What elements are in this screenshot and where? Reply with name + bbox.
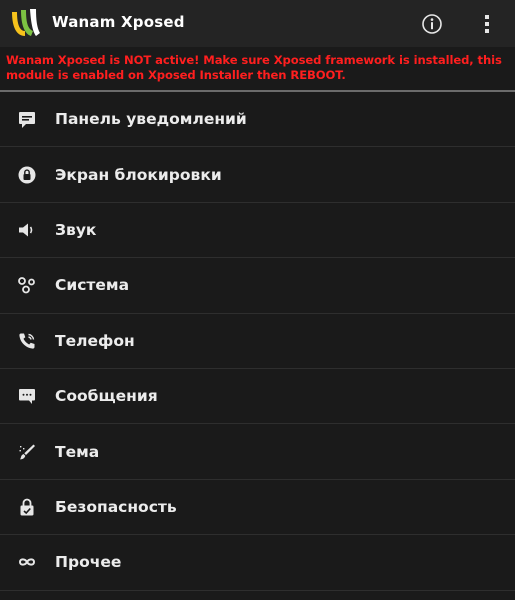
- action-bar: Wanam Xposed: [0, 0, 515, 47]
- security-icon: [17, 497, 37, 517]
- menu-item-label: Звук: [55, 220, 97, 239]
- menu-item-label: Панель уведомлений: [55, 110, 247, 129]
- speaker-icon: [17, 220, 37, 240]
- module-inactive-warning: Wanam Xposed is NOT active! Make sure Xp…: [0, 47, 515, 90]
- menu-item-label: Экран блокировки: [55, 165, 222, 184]
- menu-item-phone[interactable]: Телефон: [0, 314, 515, 369]
- info-icon[interactable]: [421, 13, 443, 35]
- infinity-icon: [17, 552, 37, 572]
- phone-icon: [17, 331, 37, 351]
- menu-item-label: Система: [55, 276, 130, 295]
- system-icon: [17, 275, 37, 295]
- menu-item-security[interactable]: Безопасность: [0, 480, 515, 536]
- menu-item-label: Безопасность: [55, 497, 177, 516]
- menu-item-label: Прочее: [55, 553, 122, 572]
- menu-item-lock-screen[interactable]: Экран блокировки: [0, 147, 515, 203]
- notification-panel-icon: [17, 109, 37, 129]
- app-logo-icon[interactable]: [9, 6, 45, 40]
- app-title: Wanam Xposed: [52, 13, 185, 31]
- menu-item-notification-panel[interactable]: Панель уведомлений: [0, 92, 515, 148]
- lock-screen-icon: [17, 165, 37, 185]
- menu-item-theme[interactable]: Тема: [0, 424, 515, 480]
- menu-item-system[interactable]: Система: [0, 258, 515, 314]
- theme-icon: [17, 442, 37, 462]
- menu-item-other[interactable]: Прочее: [0, 535, 515, 591]
- messages-icon: [17, 386, 37, 406]
- menu-item-sound[interactable]: Звук: [0, 203, 515, 259]
- menu-item-label: Сообщения: [55, 387, 158, 406]
- overflow-menu-icon[interactable]: [478, 13, 496, 35]
- app-screen: Wanam Xposed Wanam Xposed is NOT active!…: [0, 0, 515, 600]
- menu-item-messages[interactable]: Сообщения: [0, 369, 515, 425]
- settings-menu: Панель уведомлений Экран блокировки Звук: [0, 92, 515, 591]
- menu-item-label: Тема: [55, 442, 100, 461]
- menu-item-label: Телефон: [55, 331, 135, 350]
